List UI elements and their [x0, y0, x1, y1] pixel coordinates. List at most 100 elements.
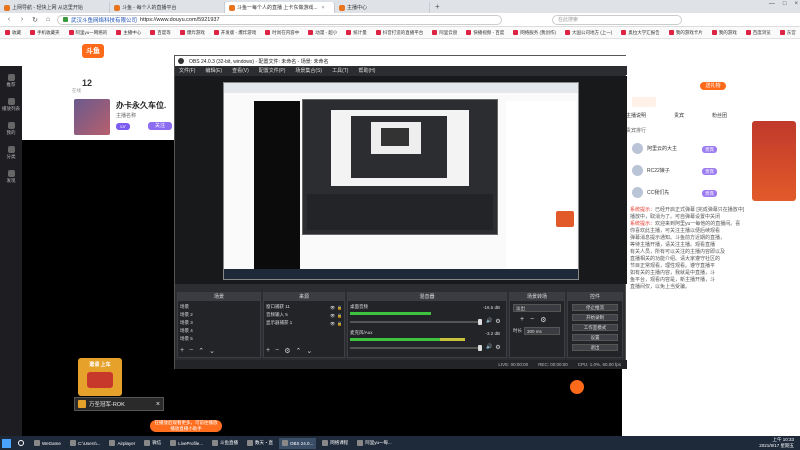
bookmark-item[interactable]: 我的游戏卡片 [668, 30, 703, 36]
bookmark-item[interactable]: 网络服务 (我创作) [513, 30, 556, 36]
maximize-icon[interactable]: □ [783, 1, 787, 7]
taskbar-app[interactable]: LiveProfile... [167, 438, 206, 449]
left-nav-item[interactable]: 分类 [0, 146, 22, 160]
bookmark-item[interactable]: 爆炸游戏 [179, 30, 205, 36]
taskbar-app[interactable]: OBS 24.0... [278, 437, 317, 449]
tab-douyu-live[interactable]: 斗鱼一每个人的直播 上卡东做游戏... × [225, 2, 335, 13]
forward-icon[interactable]: › [18, 16, 26, 23]
gear-icon[interactable]: ⚙ [495, 344, 500, 351]
speaker-icon[interactable]: 🔊 [486, 344, 492, 350]
gear-icon[interactable]: ⚙ [540, 316, 546, 324]
scene-item[interactable]: 场景 2 [180, 311, 258, 319]
volume-knob[interactable] [478, 345, 482, 351]
windows-start-icon[interactable] [2, 438, 11, 448]
add-icon[interactable]: + [266, 347, 270, 355]
left-nav-item[interactable]: 播放列表 [0, 98, 22, 112]
remove-icon[interactable]: − [189, 347, 193, 355]
bookmark-item[interactable]: 我的游戏 [711, 30, 737, 36]
gift-ad[interactable]: 邀请 上车 [78, 358, 122, 396]
bookmark-item[interactable]: 快播视频 - 百度 [466, 30, 504, 36]
visibility-icon[interactable]: 👁 [330, 313, 335, 318]
move-up-icon[interactable]: ⌃ [295, 347, 301, 355]
taskbar-app[interactable]: 网络课程 [319, 438, 351, 449]
minimize-icon[interactable]: — [769, 1, 775, 7]
speaker-icon[interactable]: 🔊 [486, 318, 492, 324]
bookmark-item[interactable]: 大国公司地方 (上一) [565, 30, 612, 36]
remove-icon[interactable]: − [275, 347, 279, 355]
streamer-name[interactable]: 主播名称 [116, 112, 136, 119]
follow-button[interactable]: 关注 [148, 122, 172, 130]
close-icon[interactable]: × [322, 5, 325, 11]
promo-button[interactable]: 送礼物 [700, 82, 726, 90]
tab-navigation[interactable]: 上网导航 - 轻快上网 从这里开始 [0, 2, 110, 13]
new-tab-icon[interactable]: + [435, 2, 440, 11]
lock-icon[interactable]: 🔒 [337, 305, 342, 310]
bookmark-item[interactable]: 动漫 - 超小 [308, 30, 337, 36]
remove-icon[interactable]: − [530, 316, 534, 324]
system-clock[interactable]: 上午 10:33 2021/9/17 星期五 [759, 437, 794, 449]
gear-icon[interactable]: ⚙ [495, 318, 500, 325]
control-button[interactable]: 退出 [572, 344, 618, 351]
bookmark-item[interactable]: 手机收藏夹 [30, 30, 60, 36]
scene-item[interactable]: 场景 4 [180, 327, 258, 335]
popup-close-icon[interactable]: × [156, 401, 160, 408]
rank-user[interactable]: CC我们先 [632, 187, 669, 198]
rank-user[interactable]: 阿里云的大主 [632, 143, 677, 154]
control-button[interactable]: 工作室模式 [572, 324, 618, 331]
bookmark-item[interactable]: 统计量 [346, 30, 367, 36]
obs-preview[interactable] [175, 76, 627, 284]
duration-input[interactable]: 300 ms [524, 327, 560, 335]
close-window-icon[interactable]: × [794, 1, 798, 7]
control-button[interactable]: 设置 [572, 334, 618, 341]
obs-menu-item[interactable]: 文件(F) [179, 67, 195, 74]
taskbar-app[interactable]: 数天・直 [244, 438, 276, 449]
scene-item[interactable]: 场景 [180, 303, 258, 311]
tab-douyu[interactable]: 斗鱼 - 每个人的直播平台 [110, 2, 225, 13]
bookmark-item[interactable]: 时尚在内容中 [265, 30, 299, 36]
tab-fans[interactable]: 粉丝团 [712, 112, 727, 119]
scene-item[interactable]: 场景 5 [180, 335, 258, 343]
obs-menu-item[interactable]: 查看(V) [232, 67, 249, 74]
streamer-avatar[interactable] [74, 99, 110, 135]
face-icon[interactable] [570, 380, 584, 394]
taskbar-app[interactable]: WeGame [31, 438, 64, 449]
gear-icon[interactable]: ⚙ [284, 347, 290, 355]
bookmark-item[interactable]: 阿里yu一网络的 [68, 30, 107, 36]
visibility-icon[interactable]: 👁 [330, 321, 335, 326]
move-down-icon[interactable]: ⌄ [306, 347, 312, 355]
tab-vip[interactable]: 贵宾 [674, 112, 684, 119]
refresh-icon[interactable]: ↻ [31, 16, 39, 24]
volume-slider[interactable] [350, 345, 482, 351]
back-icon[interactable]: ‹ [5, 16, 13, 23]
bookmark-item[interactable]: 抖音打造的直播平台 [375, 30, 423, 36]
left-nav-item[interactable]: 我的 [0, 122, 22, 136]
search-icon[interactable] [18, 440, 24, 446]
url-input[interactable]: 武汉斗鱼网络科技有限公司 https://www.douyu.com/59219… [57, 14, 502, 25]
taskbar-app[interactable]: Airplayer [106, 438, 138, 449]
add-icon[interactable]: + [520, 316, 524, 324]
search-input[interactable]: 在此搜索 [552, 14, 682, 25]
source-item[interactable]: 窗口捕获 11 👁 🔒 [266, 303, 342, 311]
tab-anchor-center[interactable]: 主播中心 [335, 2, 430, 13]
obs-menu-item[interactable]: 帮助(H) [358, 67, 375, 74]
taskbar-app[interactable]: 斗鱼直播 [209, 438, 241, 449]
obs-menu-item[interactable]: 场景集合(S) [295, 67, 322, 74]
bookmark-item[interactable]: 主播中心 [116, 30, 141, 36]
rank-user[interactable]: RC22娘子 [632, 165, 670, 176]
scene-item[interactable]: 场景 3 [180, 319, 258, 327]
home-icon[interactable]: ⌂ [44, 16, 52, 23]
obs-menu-item[interactable]: 编辑(E) [205, 67, 222, 74]
bookmark-item[interactable]: 百度等 [150, 30, 171, 36]
lock-icon[interactable]: 🔒 [337, 321, 342, 326]
douyu-logo[interactable]: 斗鱼 [82, 44, 104, 58]
control-button[interactable]: 停止推流 [572, 304, 618, 311]
taskbar-app[interactable]: 微信 [141, 438, 164, 449]
bookmark-item[interactable]: 开发版 - 爆炸游戏 [213, 30, 256, 36]
obs-menu-item[interactable]: 工具(T) [332, 67, 348, 74]
source-item[interactable]: 音频输入 5 👁 🔒 [266, 311, 342, 319]
source-item[interactable]: 显示器捕获 1 👁 🔒 [266, 319, 342, 327]
volume-knob[interactable] [478, 319, 482, 325]
transition-select[interactable]: 淡出 [513, 304, 561, 312]
left-nav-item[interactable]: 发现 [0, 170, 22, 184]
bookmark-item[interactable]: 收藏 [5, 30, 21, 36]
